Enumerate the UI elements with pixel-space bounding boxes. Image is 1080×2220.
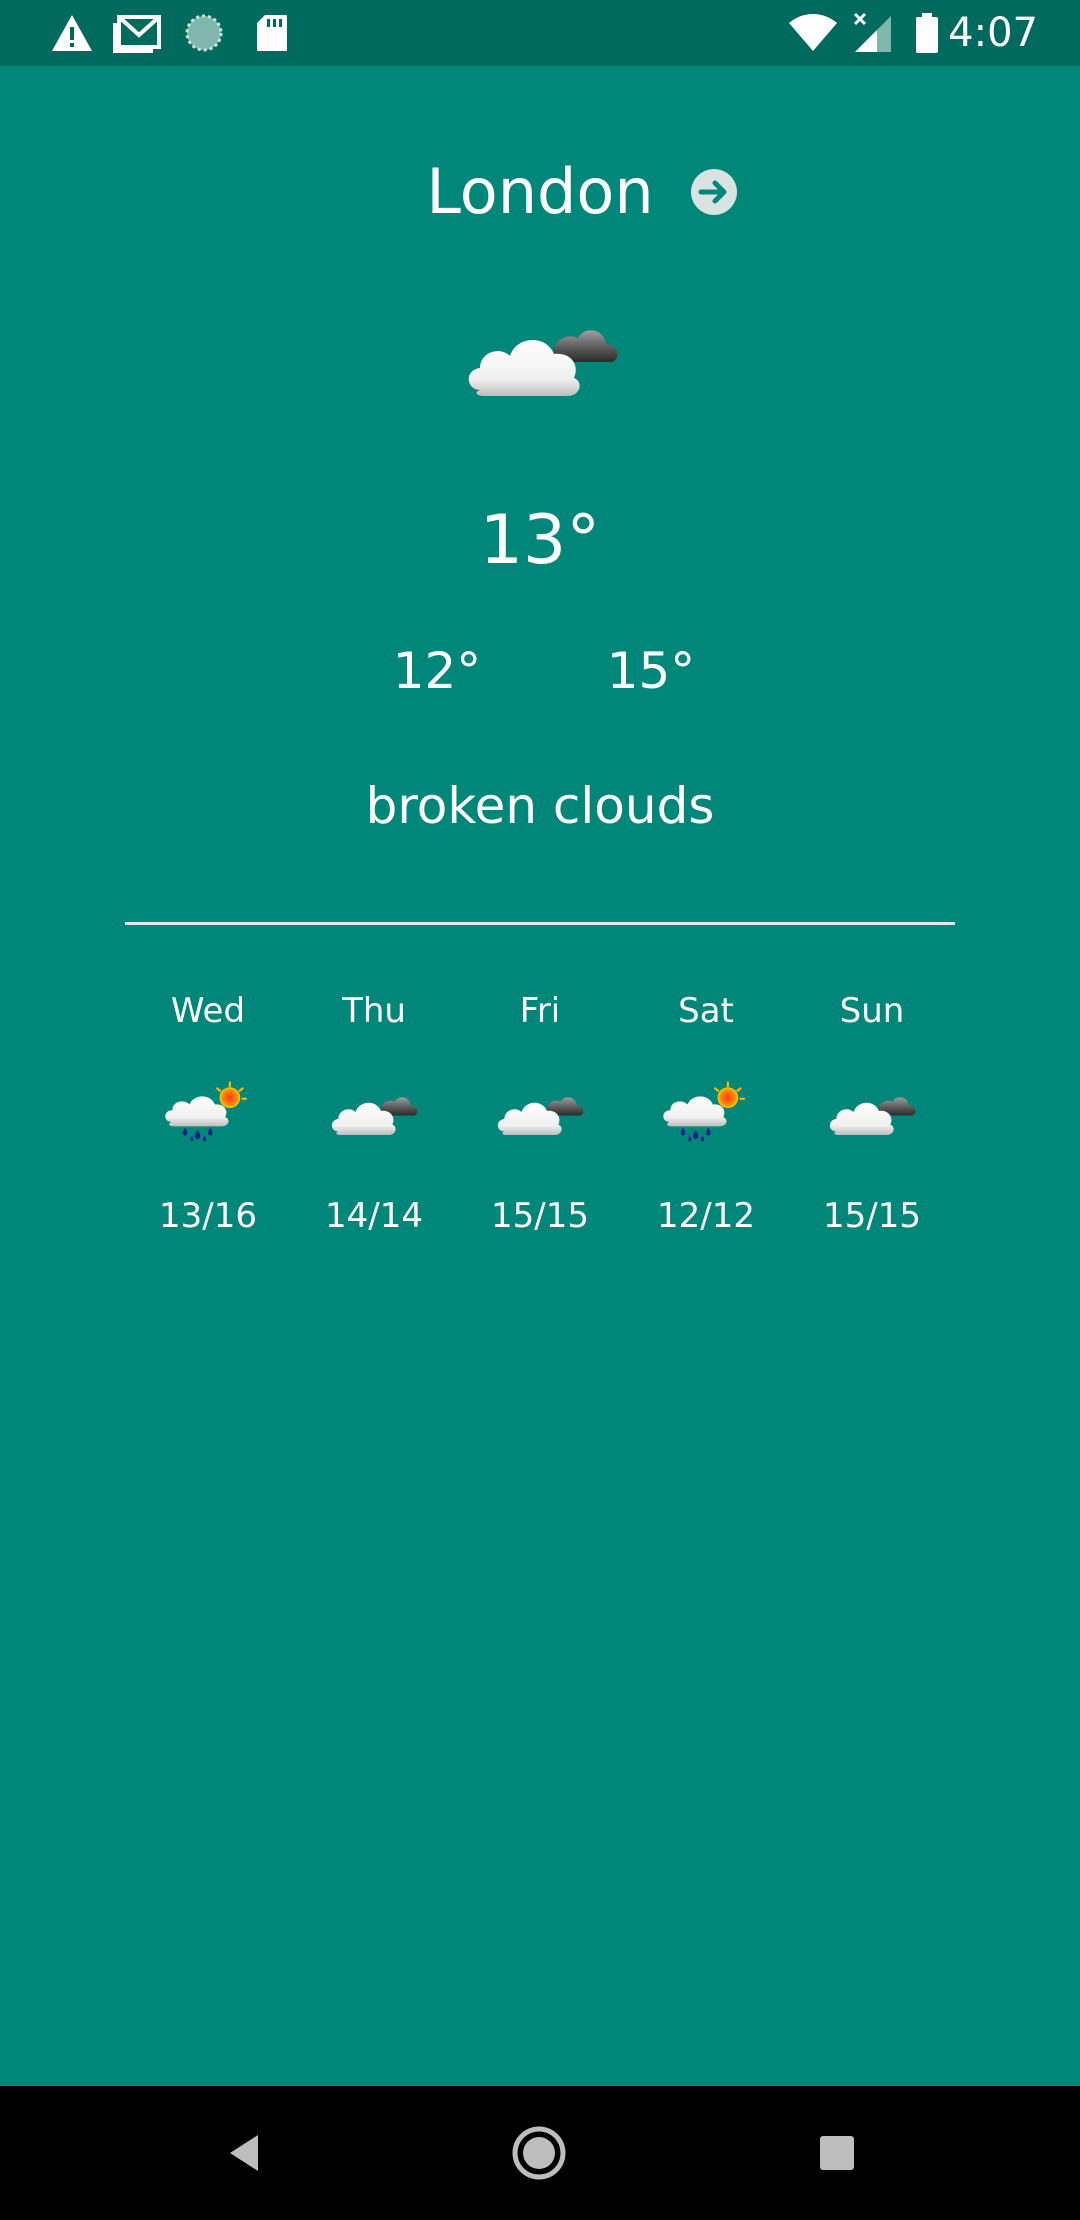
forecast-day[interactable]: Sat 12/12	[623, 986, 789, 1286]
divider	[125, 922, 955, 925]
forecast-day-name: Sun	[839, 991, 905, 1031]
forecast-day-name: Wed	[170, 991, 246, 1031]
home-icon	[512, 2126, 566, 2180]
signal-icon	[852, 0, 894, 66]
broken-clouds-icon	[826, 1076, 918, 1148]
broken-clouds-icon	[328, 1076, 420, 1148]
broken-clouds-icon	[462, 306, 622, 426]
home-button[interactable]	[499, 2113, 579, 2193]
forecast-day[interactable]: Thu 14/14	[291, 986, 457, 1286]
rain-sun-icon	[660, 1076, 752, 1148]
arrow-right-icon[interactable]	[689, 167, 739, 217]
main-content: London 13° 12° 15° broken clouds Wed 13/…	[0, 66, 1080, 2086]
forecast-day-range: 15/15	[491, 1196, 589, 1236]
forecast-day-range: 13/16	[159, 1196, 257, 1236]
weather-description: broken clouds	[365, 777, 715, 835]
battery-icon	[912, 0, 942, 66]
city-name[interactable]: London	[0, 144, 1080, 240]
forecast-day[interactable]: Fri 15/15	[457, 986, 623, 1286]
city-row: London	[0, 144, 1080, 240]
forecast-day[interactable]: Sun 15/15	[789, 986, 955, 1286]
back-icon	[230, 2135, 258, 2171]
back-button[interactable]	[204, 2113, 284, 2193]
forecast-day[interactable]: Wed 13/16	[125, 986, 291, 1286]
current-temperature: 13°	[479, 501, 601, 580]
forecast-day-range: 15/15	[823, 1196, 921, 1236]
max-temperature: 15°	[606, 642, 696, 700]
forecast-day-name: Thu	[342, 991, 406, 1031]
sd-card-icon	[252, 0, 292, 66]
navigation-bar	[0, 2086, 1080, 2220]
forecast-day-range: 12/12	[657, 1196, 755, 1236]
sync-icon	[182, 0, 226, 66]
forecast-day-name: Sat	[678, 991, 734, 1031]
gmail-icon	[112, 0, 162, 66]
wifi-icon	[786, 0, 840, 66]
recents-button[interactable]	[797, 2113, 877, 2193]
rain-sun-icon	[162, 1076, 254, 1148]
forecast-list: Wed 13/16 Thu 14/14 Fri 15/15 Sat 12/12 …	[125, 986, 955, 1286]
broken-clouds-icon	[494, 1076, 586, 1148]
status-bar: 4:07	[0, 0, 1080, 66]
forecast-day-name: Fri	[519, 991, 561, 1031]
min-temperature: 12°	[392, 642, 482, 700]
forecast-day-range: 14/14	[325, 1196, 423, 1236]
status-time: 4:07	[948, 10, 1038, 56]
warning-icon	[48, 0, 96, 66]
recents-icon	[820, 2136, 854, 2170]
